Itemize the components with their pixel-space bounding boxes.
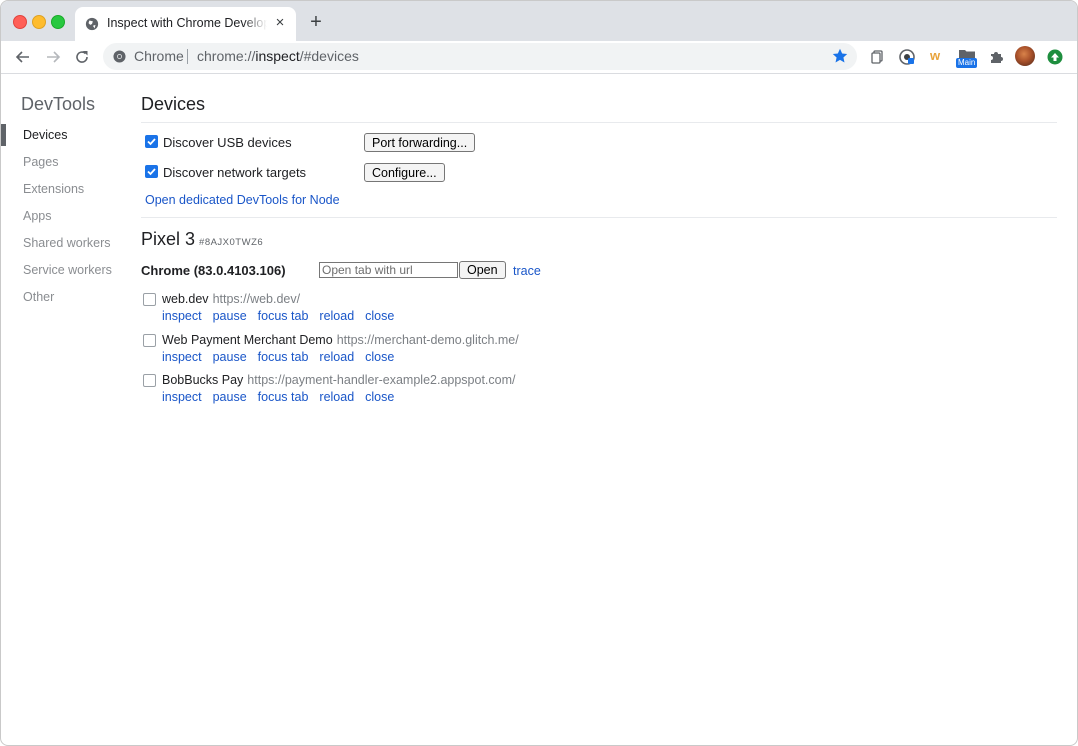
bookmark-star-icon[interactable] [831,47,849,65]
sidebar-item-service-workers[interactable]: Service workers [1,259,126,286]
target-url: https://payment-handler-example2.appspot… [247,373,516,387]
w-extension-icon[interactable]: w [930,48,946,64]
list-item: Web Payment Merchant Demo https://merchan… [143,333,743,369]
reload-link[interactable]: reload [319,309,354,323]
chrome-icon[interactable] [113,50,126,63]
close-link[interactable]: close [365,390,394,404]
discover-network-checkbox[interactable] [145,165,158,178]
target-title: BobBucks Pay [162,373,244,387]
title-divider [141,122,1057,123]
back-arrow-icon[interactable] [13,47,33,67]
target-actions: inspect pause focus tab reload close [162,388,405,406]
profile-avatar[interactable] [1015,46,1035,66]
sidebar-item-apps[interactable]: Apps [1,205,126,232]
open-tab-url-input[interactable] [319,262,458,278]
puzzle-icon[interactable] [988,49,1004,65]
focus-tab-link[interactable]: focus tab [258,390,309,404]
browser-tab[interactable]: Inspect with Chrome Developer Tools × [75,7,296,41]
list-item: web.dev https://web.dev/ inspect pause focu… [143,292,743,328]
copy-icon[interactable] [869,49,885,65]
reload-icon[interactable] [72,47,92,67]
sidebar-item-extensions[interactable]: Extensions [1,178,126,205]
checkmark-icon [147,168,156,176]
devtools-brand: DevTools [21,94,96,114]
target-checkbox[interactable] [143,293,156,306]
section-divider [141,217,1057,218]
target-checkbox[interactable] [143,334,156,347]
sidebar-item-pages[interactable]: Pages [1,151,126,178]
site-chip-label: Chrome [134,48,184,64]
url-text[interactable]: chrome://inspect/#devices [197,48,359,64]
pause-link[interactable]: pause [213,350,247,364]
update-icon[interactable] [1047,49,1063,65]
target-info: Web Payment Merchant Demo https://merchan… [162,333,519,347]
pause-link[interactable]: pause [213,390,247,404]
main-badge: Main [956,58,978,68]
forward-arrow-icon[interactable] [43,47,63,67]
tab-title: Inspect with Chrome Developer Tools [107,16,267,30]
target-actions: inspect pause focus tab reload close [162,348,405,366]
sidebar-item-shared-workers[interactable]: Shared workers [1,232,126,259]
inspect-link[interactable]: inspect [162,350,202,364]
inspect-page: DevTools Devices Pages Extensions Apps S… [1,74,1077,745]
main-extension-icon[interactable]: Main [956,48,978,70]
sidebar-nav: Devices Pages Extensions Apps Shared wor… [1,124,126,313]
reload-link[interactable]: reload [319,350,354,364]
target-url: https://web.dev/ [212,292,301,306]
discover-usb-label: Discover USB devices [163,135,292,150]
discover-usb-checkbox[interactable] [145,135,158,148]
close-window-button[interactable] [13,15,27,29]
target-info: web.dev https://web.dev/ [162,292,300,306]
sidebar-item-devices[interactable]: Devices [1,124,126,151]
chip-divider [187,49,188,64]
target-info: BobBucks Pay https://payment-handler-exam… [162,373,516,387]
browser-window: Inspect with Chrome Developer Tools × + … [0,0,1078,746]
trace-link[interactable]: trace [513,264,541,278]
close-link[interactable]: close [365,350,394,364]
toolbar: Chrome chrome://inspect/#devices w Main [1,41,1077,74]
list-item: BobBucks Pay https://payment-handler-exam… [143,373,743,409]
focus-tab-link[interactable]: focus tab [258,309,309,323]
device-name: Pixel 3 [141,229,196,249]
focus-tab-link[interactable]: focus tab [258,350,309,364]
target-checkbox[interactable] [143,374,156,387]
reload-link[interactable]: reload [319,390,354,404]
page-title: Devices [141,94,206,114]
address-bar[interactable]: Chrome chrome://inspect/#devices [103,43,857,70]
url-host: inspect [255,48,300,64]
open-node-devtools-link[interactable]: Open dedicated DevTools for Node [145,193,340,207]
checkmark-icon [147,138,156,146]
url-path: /#devices [299,48,359,64]
inspect-link[interactable]: inspect [162,309,202,323]
password-manager-icon[interactable] [899,49,915,65]
close-icon[interactable]: × [272,15,288,31]
target-url: https://merchant-demo.glitch.me/ [336,333,519,347]
device-serial: #8AJX0TWZ6 [199,237,264,248]
target-title: Web Payment Merchant Demo [162,333,333,347]
pause-link[interactable]: pause [213,309,247,323]
minimize-window-button[interactable] [32,15,46,29]
open-tab-button[interactable]: Open [459,261,506,279]
port-forwarding-button[interactable]: Port forwarding... [364,133,476,152]
configure-button[interactable]: Configure... [364,163,445,182]
browser-name: Chrome (83.0.4103.106) [141,263,286,278]
target-title: web.dev [162,292,209,306]
close-link[interactable]: close [365,309,394,323]
inspect-link[interactable]: inspect [162,390,202,404]
discover-network-label: Discover network targets [163,165,307,180]
tab-strip: Inspect with Chrome Developer Tools × + [1,1,1077,41]
target-actions: inspect pause focus tab reload close [162,307,405,325]
sidebar-item-other[interactable]: Other [1,286,126,313]
device-header: Pixel 3 #8AJX0TWZ6 [141,229,263,250]
url-scheme: chrome:// [197,48,256,64]
globe-icon [85,17,99,31]
maximize-window-button[interactable] [51,15,65,29]
new-tab-button[interactable]: + [306,12,326,32]
